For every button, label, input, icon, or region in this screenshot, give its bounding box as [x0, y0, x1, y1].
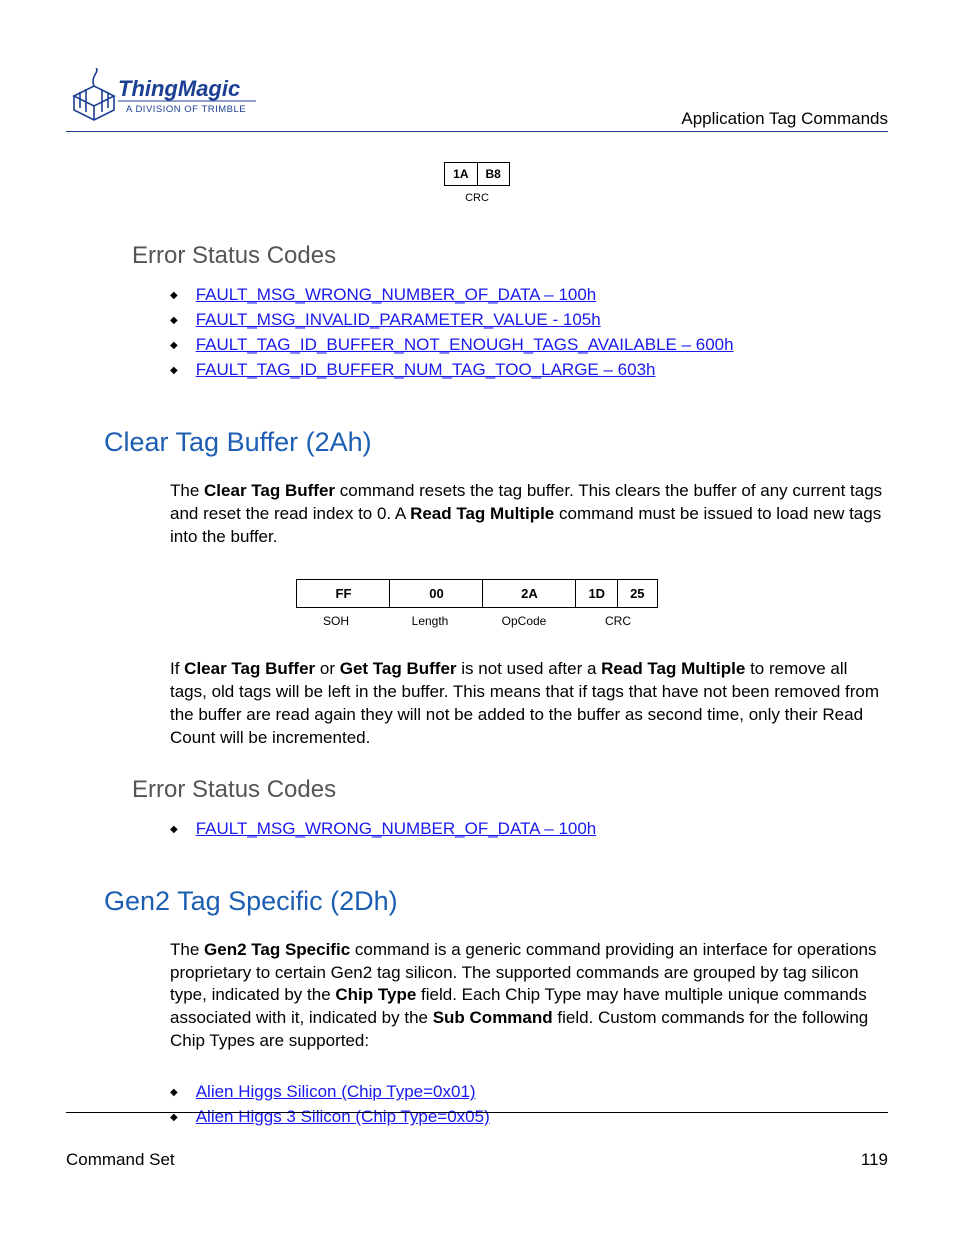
ctb-para-2: If Clear Tag Buffer or Get Tag Buffer is… [170, 658, 884, 750]
crc-cell-2: B8 [477, 163, 509, 186]
cmd-cell: FF [297, 579, 390, 607]
cmd-label: SOH [289, 614, 383, 628]
fault-link[interactable]: FAULT_TAG_ID_BUFFER_NOT_ENOUGH_TAGS_AVAI… [196, 335, 734, 354]
cmd-label: CRC [571, 614, 665, 628]
list-item: Alien Higgs Silicon (Chip Type=0x01) [170, 1082, 888, 1102]
cmd-cell: 25 [618, 579, 657, 607]
heading-error-status-2: Error Status Codes [132, 776, 888, 804]
crc-table: 1A B8 [444, 162, 510, 186]
heading-error-status-1: Error Status Codes [132, 242, 888, 270]
list-item: FAULT_MSG_WRONG_NUMBER_OF_DATA – 100h [170, 819, 888, 839]
heading-clear-tag-buffer: Clear Tag Buffer (2Ah) [104, 427, 888, 458]
cmd-label: OpCode [477, 614, 571, 628]
cmd-cell: 1D [576, 579, 618, 607]
cmd-cell: 2A [483, 579, 576, 607]
header-rule [66, 131, 888, 132]
cmd-label: Length [383, 614, 477, 628]
fault-link[interactable]: FAULT_TAG_ID_BUFFER_NUM_TAG_TOO_LARGE – … [196, 360, 656, 379]
footer-rule [66, 1112, 888, 1113]
footer-left: Command Set [66, 1150, 175, 1170]
header-section-title: Application Tag Commands [681, 109, 888, 129]
cmd-cell: 00 [390, 579, 483, 607]
error-links-list-2: FAULT_MSG_WRONG_NUMBER_OF_DATA – 100h [170, 814, 888, 844]
list-item: FAULT_TAG_ID_BUFFER_NOT_ENOUGH_TAGS_AVAI… [170, 335, 888, 355]
crc-cell-1: 1A [445, 163, 477, 186]
fault-link[interactable]: FAULT_MSG_WRONG_NUMBER_OF_DATA – 100h [196, 285, 597, 304]
list-item: Alien Higgs 3 Silicon (Chip Type=0x05) [170, 1107, 888, 1127]
chip-type-link[interactable]: Alien Higgs Silicon (Chip Type=0x01) [196, 1082, 476, 1101]
command-table: FF 00 2A 1D 25 [296, 579, 657, 608]
error-links-list-1: FAULT_MSG_WRONG_NUMBER_OF_DATA – 100h FA… [170, 280, 888, 385]
crc-label: CRC [66, 192, 888, 204]
fault-link[interactable]: FAULT_MSG_INVALID_PARAMETER_VALUE - 105h [196, 310, 601, 329]
ctb-para-1: The Clear Tag Buffer command resets the … [170, 480, 884, 549]
logo-text-main: ThingMagic [118, 76, 240, 101]
gen2-para-1: The Gen2 Tag Specific command is a gener… [170, 939, 884, 1054]
list-item: FAULT_MSG_WRONG_NUMBER_OF_DATA – 100h [170, 285, 888, 305]
command-labels: SOH Length OpCode CRC [66, 614, 888, 628]
chip-type-link[interactable]: Alien Higgs 3 Silicon (Chip Type=0x05) [196, 1107, 490, 1126]
footer-page-number: 119 [861, 1150, 888, 1170]
list-item: FAULT_MSG_INVALID_PARAMETER_VALUE - 105h [170, 310, 888, 330]
list-item: FAULT_TAG_ID_BUFFER_NUM_TAG_TOO_LARGE – … [170, 360, 888, 380]
logo: ThingMagic A DIVISION OF TRIMBLE [66, 68, 266, 131]
logo-text-sub: A DIVISION OF TRIMBLE [126, 104, 246, 115]
fault-link[interactable]: FAULT_MSG_WRONG_NUMBER_OF_DATA – 100h [196, 819, 597, 838]
heading-gen2-tag-specific: Gen2 Tag Specific (2Dh) [104, 886, 888, 917]
chip-type-links: Alien Higgs Silicon (Chip Type=0x01) Ali… [170, 1077, 888, 1132]
